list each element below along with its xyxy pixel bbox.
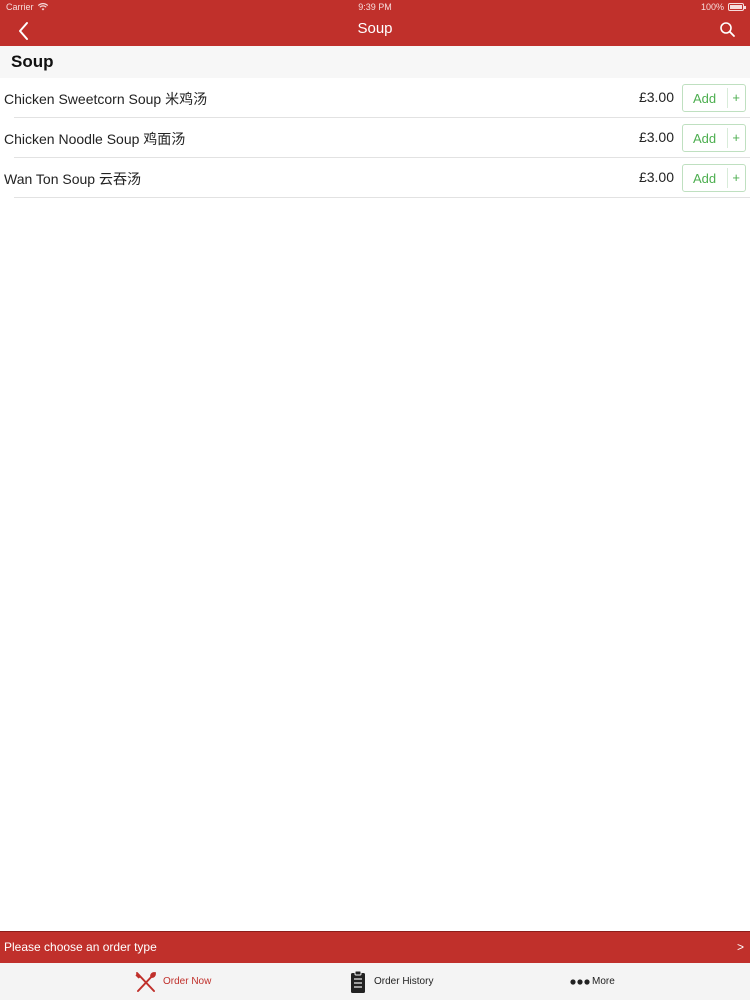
add-button[interactable]: Add + bbox=[682, 164, 746, 192]
tab-order-history[interactable]: Order History bbox=[346, 963, 456, 1000]
search-button[interactable] bbox=[718, 20, 738, 40]
tab-label: Order Now bbox=[163, 976, 212, 987]
order-type-prompt: Please choose an order type bbox=[4, 940, 157, 954]
menu-item[interactable]: Wan Ton Soup 云吞汤 £3.00 Add + bbox=[0, 158, 750, 198]
nav-header: Carrier 9:39 PM 100% Soup bbox=[0, 0, 750, 46]
app-screen: Carrier 9:39 PM 100% Soup Soup Chicken S… bbox=[0, 0, 750, 1000]
item-name: Chicken Sweetcorn Soup 米鸡汤 bbox=[4, 91, 208, 107]
plus-icon: + bbox=[732, 170, 740, 185]
section-header: Soup bbox=[0, 46, 750, 78]
page-title: Soup bbox=[357, 20, 393, 37]
search-icon bbox=[720, 22, 735, 37]
battery-icon bbox=[728, 3, 746, 11]
tab-order-now[interactable]: Order Now bbox=[130, 963, 230, 1000]
add-button[interactable]: Add + bbox=[682, 124, 746, 152]
chevron-right-icon: > bbox=[736, 940, 744, 954]
menu-list: Chicken Sweetcorn Soup 米鸡汤 £3.00 Add + C… bbox=[0, 78, 750, 198]
tab-more[interactable]: More bbox=[566, 963, 636, 1000]
section-title: Soup bbox=[11, 52, 54, 71]
fork-knife-icon bbox=[135, 972, 156, 992]
item-price: £3.00 bbox=[638, 169, 674, 185]
item-name: Chicken Noodle Soup 鸡面汤 bbox=[4, 131, 186, 147]
plus-icon: + bbox=[732, 90, 740, 105]
add-label: Add bbox=[693, 91, 717, 106]
add-label: Add bbox=[693, 171, 717, 186]
menu-item[interactable]: Chicken Noodle Soup 鸡面汤 £3.00 Add + bbox=[0, 118, 750, 158]
clipboard-icon bbox=[351, 970, 365, 993]
menu-item[interactable]: Chicken Sweetcorn Soup 米鸡汤 £3.00 Add + bbox=[0, 78, 750, 118]
tab-bar: Order Now Order History More bbox=[0, 963, 750, 1000]
tab-label: More bbox=[592, 976, 615, 987]
status-time: 9:39 PM bbox=[358, 2, 392, 12]
add-divider bbox=[727, 168, 728, 188]
item-price: £3.00 bbox=[638, 129, 674, 145]
add-divider bbox=[727, 128, 728, 148]
status-bar: Carrier 9:39 PM 100% bbox=[0, 0, 750, 14]
order-type-bar[interactable]: Please choose an order type > bbox=[0, 931, 750, 963]
add-button[interactable]: Add + bbox=[682, 84, 746, 112]
plus-icon: + bbox=[732, 130, 740, 145]
add-label: Add bbox=[693, 131, 717, 146]
tab-label: Order History bbox=[374, 976, 434, 987]
add-divider bbox=[727, 88, 728, 108]
battery-percent: 100% bbox=[700, 2, 724, 12]
item-price: £3.00 bbox=[638, 89, 674, 105]
more-dots-icon bbox=[570, 979, 590, 985]
item-name: Wan Ton Soup 云吞汤 bbox=[4, 171, 141, 187]
